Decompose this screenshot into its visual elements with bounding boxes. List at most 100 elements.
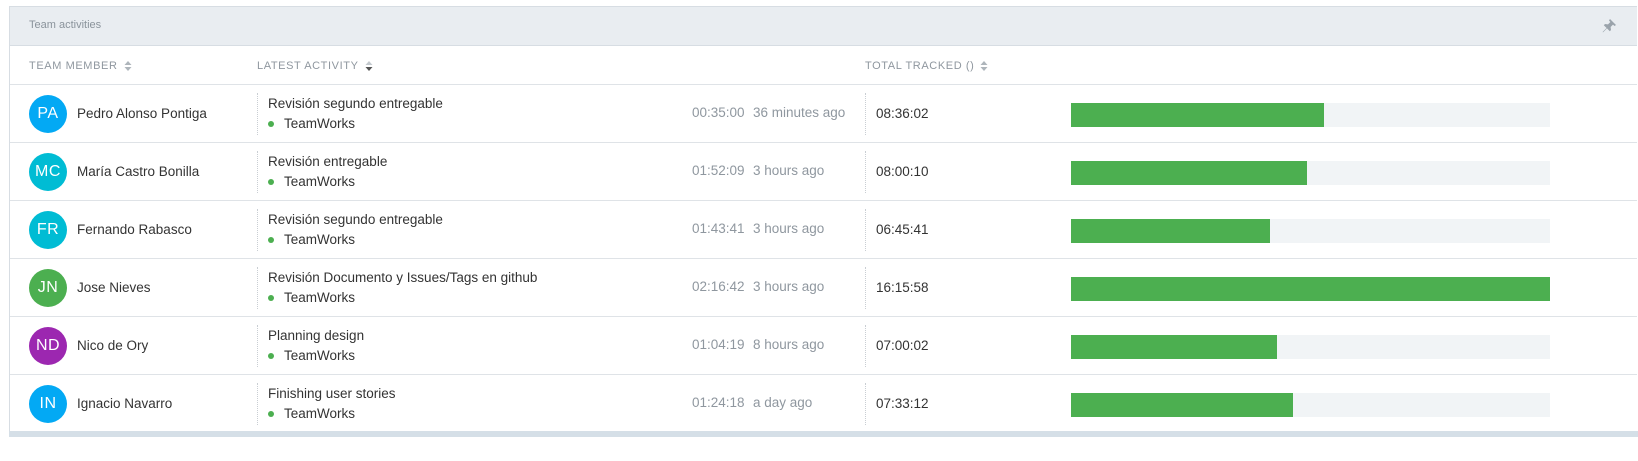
project-name: TeamWorks [284,290,356,305]
member-name[interactable]: María Castro Bonilla [77,164,199,179]
table-header: TEAM MEMBER LATEST ACTIVITY TOTAL TRACKE… [10,46,1637,85]
activity-time-ago: 3 hours ago [753,279,825,294]
avatar: MC [29,153,67,191]
activity-project: TeamWorks [268,116,355,131]
column-divider [865,93,866,135]
project-name: TeamWorks [284,116,356,131]
panel-header: Team activities [10,7,1637,46]
project-dot-icon [268,236,274,243]
progress-bar [1071,103,1550,127]
project-dot-icon [268,178,274,185]
progress-bar [1071,277,1550,301]
activity-project: TeamWorks [268,290,355,305]
activity-title: Planning design [268,328,365,343]
project-dot-icon [268,294,274,301]
table-body: PA Pedro Alonso Pontiga Revisión segundo… [10,85,1637,433]
activity-duration: 01:04:19 [692,337,745,352]
activity-time-ago: 3 hours ago [753,221,825,236]
progress-bar [1071,393,1550,417]
pin-icon[interactable] [1601,18,1617,34]
member-name[interactable]: Ignacio Navarro [77,396,172,411]
avatar: FR [29,211,67,249]
avatar: ND [29,327,67,365]
panel-bottom-border [9,431,1638,437]
column-divider [865,267,866,309]
member-name[interactable]: Pedro Alonso Pontiga [77,106,207,121]
activity-title: Revisión Documento y Issues/Tags en gith… [268,270,538,285]
project-dot-icon [268,120,274,127]
project-name: TeamWorks [284,174,356,189]
column-divider [257,209,258,251]
activity-title: Revisión segundo entregable [268,96,443,111]
table-row[interactable]: IN Ignacio Navarro Finishing user storie… [10,375,1637,433]
column-divider [257,267,258,309]
activity-project: TeamWorks [268,406,355,421]
progress-bar-fill [1071,335,1277,359]
member-name[interactable]: Nico de Ory [77,338,148,353]
column-divider [257,151,258,193]
activity-title: Revisión entregable [268,154,388,169]
header-latest-activity[interactable]: LATEST ACTIVITY [257,60,373,72]
project-name: TeamWorks [284,348,356,363]
activity-duration: 01:24:18 [692,395,745,410]
sort-desc-icon[interactable] [365,61,373,71]
column-divider [865,151,866,193]
activity-title: Revisión segundo entregable [268,212,443,227]
team-activities-panel: Team activities TEAM MEMBER LATEST ACTIV… [9,6,1637,437]
progress-bar [1071,161,1550,185]
table-row[interactable]: FR Fernando Rabasco Revisión segundo ent… [10,201,1637,259]
table-row[interactable]: ND Nico de Ory Planning design TeamWorks… [10,317,1637,375]
header-team-member-label: TEAM MEMBER [29,60,118,72]
total-tracked: 07:00:02 [876,338,929,353]
activity-title: Finishing user stories [268,386,396,401]
progress-bar [1071,335,1550,359]
header-team-member[interactable]: TEAM MEMBER [29,60,132,72]
sort-icon[interactable] [124,61,132,71]
activity-time-ago: 36 minutes ago [753,105,846,120]
progress-bar-fill [1071,161,1307,185]
avatar: JN [29,269,67,307]
column-divider [865,383,866,425]
activity-time-ago: a day ago [753,395,813,410]
activity-project: TeamWorks [268,174,355,189]
activity-time-ago: 8 hours ago [753,337,825,352]
progress-bar [1071,219,1550,243]
project-name: TeamWorks [284,406,356,421]
progress-bar-fill [1071,277,1550,301]
progress-bar-fill [1071,393,1294,417]
activity-project: TeamWorks [268,348,355,363]
avatar: IN [29,385,67,423]
header-latest-activity-label: LATEST ACTIVITY [257,60,359,72]
progress-bar-fill [1071,103,1325,127]
header-total-tracked[interactable]: TOTAL TRACKED () [865,60,988,72]
sort-icon[interactable] [980,61,988,71]
project-dot-icon [268,352,274,359]
table-row[interactable]: MC María Castro Bonilla Revisión entrega… [10,143,1637,201]
column-divider [257,325,258,367]
member-name[interactable]: Fernando Rabasco [77,222,192,237]
activity-project: TeamWorks [268,232,355,247]
activity-duration: 01:52:09 [692,163,745,178]
project-name: TeamWorks [284,232,356,247]
column-divider [257,383,258,425]
table-row[interactable]: JN Jose Nieves Revisión Documento y Issu… [10,259,1637,317]
member-name[interactable]: Jose Nieves [77,280,151,295]
project-dot-icon [268,410,274,417]
header-total-tracked-label: TOTAL TRACKED () [865,60,975,72]
panel-title: Team activities [29,19,102,31]
total-tracked: 16:15:58 [876,280,929,295]
table-row[interactable]: PA Pedro Alonso Pontiga Revisión segundo… [10,85,1637,143]
column-divider [257,93,258,135]
activity-time-ago: 3 hours ago [753,163,825,178]
activity-duration: 00:35:00 [692,105,745,120]
column-divider [865,209,866,251]
total-tracked: 06:45:41 [876,222,929,237]
progress-bar-fill [1071,219,1271,243]
activity-duration: 02:16:42 [692,279,745,294]
column-divider [865,325,866,367]
avatar: PA [29,95,67,133]
total-tracked: 08:36:02 [876,106,929,121]
activity-duration: 01:43:41 [692,221,745,236]
total-tracked: 07:33:12 [876,396,929,411]
total-tracked: 08:00:10 [876,164,929,179]
